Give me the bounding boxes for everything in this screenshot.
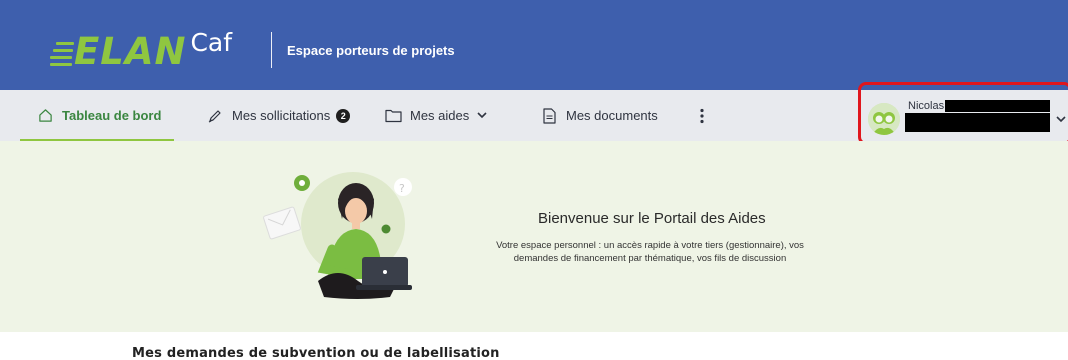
kebab-menu-icon[interactable] — [700, 90, 704, 141]
welcome-title: Bienvenue sur le Portail des Aides — [538, 210, 766, 227]
app-header: ELAN Caf Espace porteurs de projets — [0, 0, 1068, 90]
nav-mes-sollicitations[interactable]: Mes sollicitations 2 — [206, 90, 351, 141]
header-divider — [271, 32, 272, 68]
nav-label: Mes documents — [566, 108, 658, 123]
pen-icon — [206, 107, 224, 125]
logo-caf-text: Caf — [190, 28, 233, 57]
welcome-text: Votre espace personnel : un accès rapide… — [496, 240, 804, 264]
section-title: Mes demandes de subvention ou de labelli… — [132, 346, 500, 360]
nav-label: Mes aides — [410, 108, 470, 123]
nav-mes-aides[interactable]: Mes aides — [384, 90, 487, 141]
elan-caf-logo[interactable]: ELAN Caf — [50, 22, 232, 72]
user-menu-highlight — [858, 82, 1068, 145]
home-icon — [36, 107, 54, 125]
welcome-banner: ? — [0, 141, 1068, 332]
notification-badge: 2 — [336, 108, 351, 123]
svg-text:?: ? — [399, 182, 405, 195]
chevron-down-icon — [477, 112, 487, 119]
header-subtitle: Espace porteurs de projets — [287, 43, 455, 58]
nav-tableau-de-bord[interactable]: Tableau de bord — [36, 90, 161, 141]
nav-label: Tableau de bord — [62, 108, 162, 123]
woman-with-laptop-illustration: ? — [263, 172, 412, 299]
folder-icon — [384, 107, 402, 125]
logo-elan-text: ELAN — [74, 30, 187, 73]
nav-mes-documents[interactable]: Mes documents — [540, 90, 658, 141]
document-icon — [540, 107, 558, 125]
nav-label: Mes sollicitations — [232, 108, 331, 123]
logo-speed-lines — [50, 42, 74, 68]
